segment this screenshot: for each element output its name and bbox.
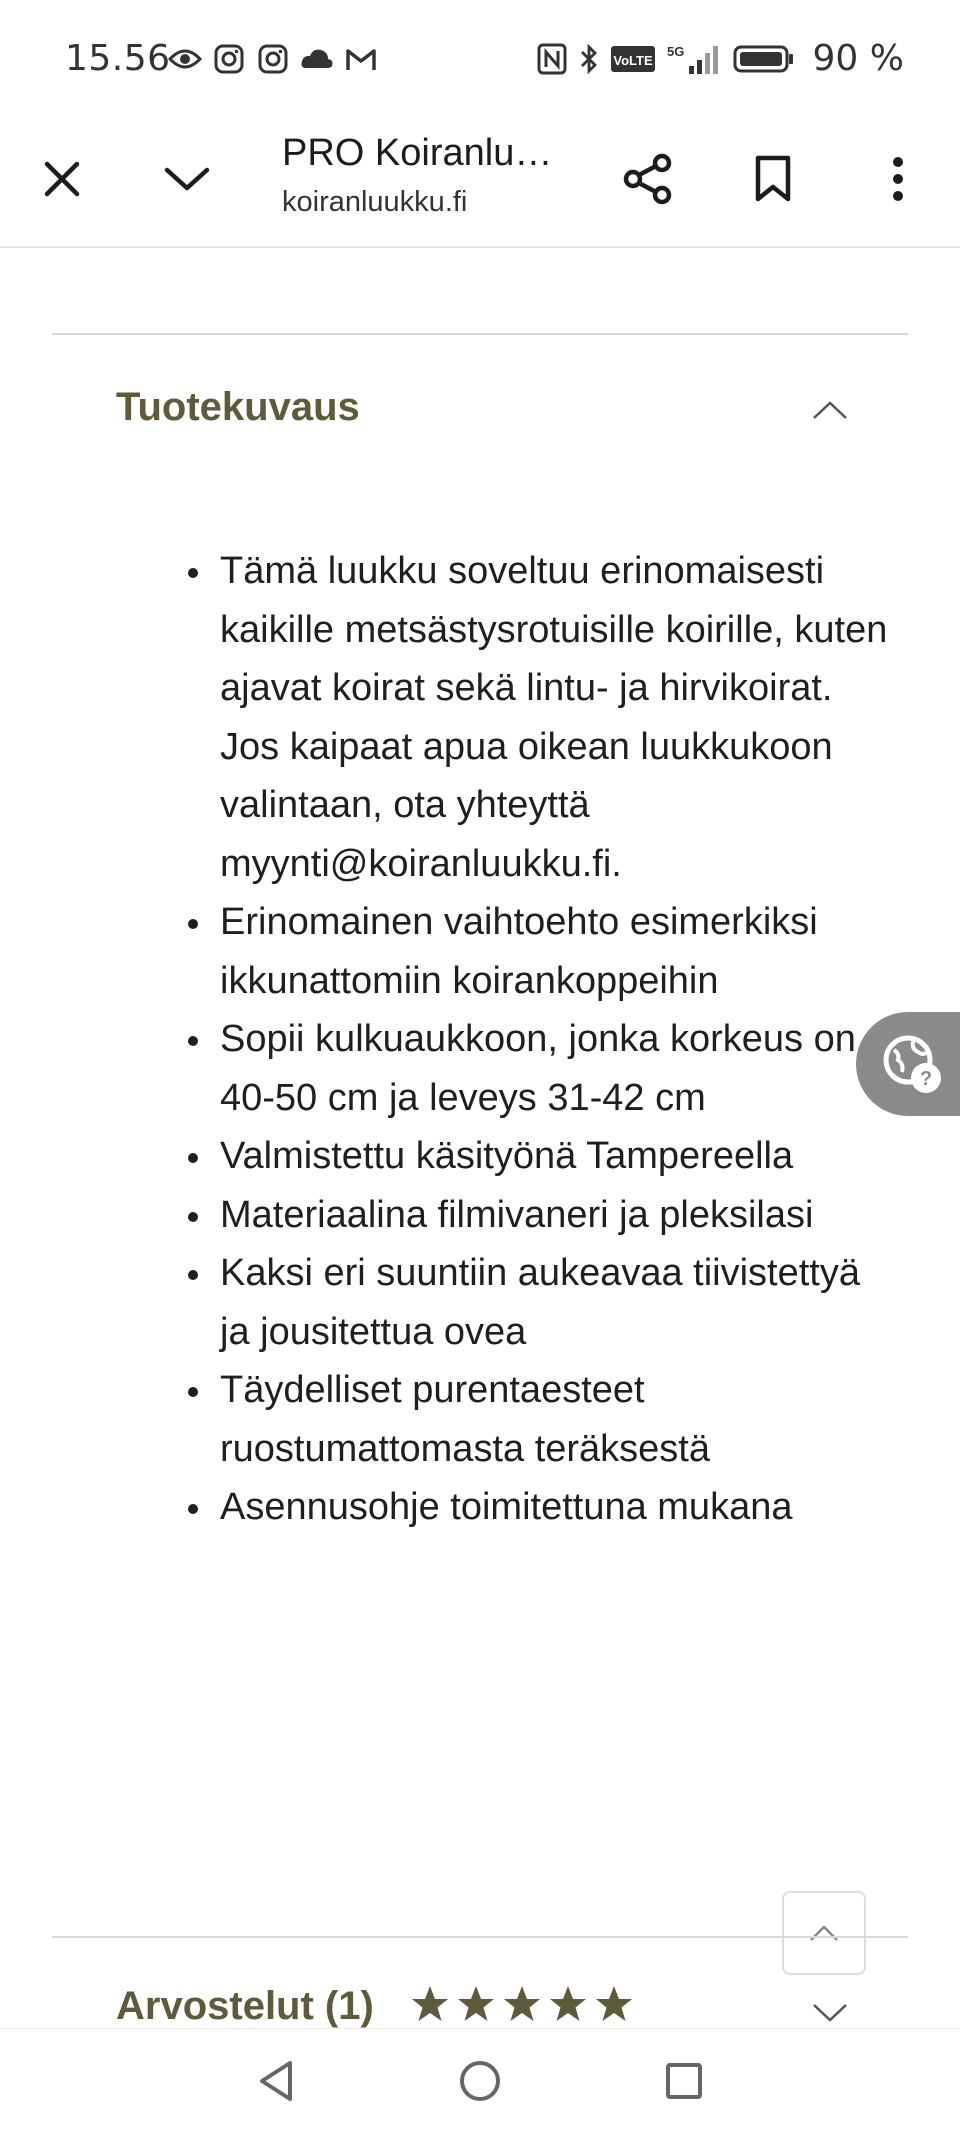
back-button[interactable]: [246, 2051, 306, 2111]
list-item: Valmistettu käsityönä Tampereella: [188, 1127, 888, 1186]
chevron-up-icon: [810, 1925, 838, 1941]
star-icon: [548, 1984, 588, 2024]
chevron-down-icon: [164, 167, 210, 191]
description-heading: Tuotekuvaus: [116, 385, 360, 429]
minimize-button[interactable]: [151, 143, 223, 215]
system-icons: VoLTE 5G 90 %: [537, 38, 904, 79]
description-list: Tämä luukku soveltuu erinomaisesti kaiki…: [188, 542, 888, 1537]
volte-label: VoLTE: [613, 53, 653, 68]
list-item: Tämä luukku soveltuu erinomaisesti kaiki…: [188, 542, 888, 893]
share-icon: [623, 153, 672, 205]
battery-percentage: 90 %: [812, 38, 904, 79]
back-triangle-icon: [260, 2061, 292, 2101]
list-item: Materiaalina filmivaneri ja pleksilasi: [188, 1186, 888, 1245]
status-time: 15.56: [65, 38, 171, 79]
eye-icon: [168, 42, 202, 76]
home-button[interactable]: [450, 2051, 510, 2111]
weather-icon: [300, 42, 334, 76]
section-divider: [52, 333, 908, 335]
network-label: 5G: [667, 44, 684, 59]
star-icon: [410, 1984, 450, 2024]
more-options-button[interactable]: [862, 143, 934, 215]
close-button[interactable]: [26, 143, 98, 215]
battery-icon: [733, 42, 795, 76]
more-vert-icon: [893, 157, 903, 201]
bookmark-button[interactable]: [737, 143, 809, 215]
globe-help-icon: ?: [883, 1035, 941, 1093]
page-domain: koiranluukku.fi: [282, 186, 468, 218]
nfc-icon: [537, 42, 567, 76]
home-circle-icon: [460, 2061, 500, 2101]
page-title: PRO Koiranlu…: [282, 132, 553, 174]
list-item: Täydelliset purentaesteet ruostumattomas…: [188, 1361, 888, 1478]
instagram-icon: [212, 42, 246, 76]
help-button[interactable]: ?: [856, 1012, 960, 1116]
rating-stars: [410, 1984, 634, 2024]
list-item: Kaksi eri suuntiin aukeavaa tiivistettyä…: [188, 1244, 888, 1361]
recents-button[interactable]: [654, 2051, 714, 2111]
star-icon: [594, 1984, 634, 2024]
instagram-icon: [256, 42, 290, 76]
star-icon: [456, 1984, 496, 2024]
close-icon: [44, 161, 80, 197]
bluetooth-icon: [579, 42, 599, 76]
volte-icon: VoLTE: [610, 42, 655, 76]
notification-icons: [168, 42, 378, 76]
status-bar: 15.56 VoLTE 5G 90 %: [0, 0, 960, 112]
reviews-heading: Arvostelut (1): [116, 1984, 374, 2028]
share-button[interactable]: [612, 143, 684, 215]
chevron-up-icon: [802, 382, 858, 438]
bookmark-icon: [755, 155, 791, 202]
star-icon: [502, 1984, 542, 2024]
gmail-icon: [344, 42, 378, 76]
list-item: Erinomainen vaihtoehto esimerkiksi ikkun…: [188, 893, 888, 1010]
list-item: Asennusohje toimitettuna mukana: [188, 1478, 888, 1537]
system-navigation-bar: [0, 2028, 960, 2131]
scroll-to-top-button[interactable]: [782, 1891, 866, 1975]
section-divider: [52, 1936, 908, 1938]
svg-text:?: ?: [920, 1068, 932, 1090]
browser-toolbar: PRO Koiranlu… koiranluukku.fi: [0, 112, 960, 248]
list-item: Sopii kulkuaukkoon, jonka korkeus on 40-…: [188, 1010, 888, 1127]
signal-icon: 5G: [667, 42, 721, 76]
recents-square-icon: [666, 2063, 702, 2099]
